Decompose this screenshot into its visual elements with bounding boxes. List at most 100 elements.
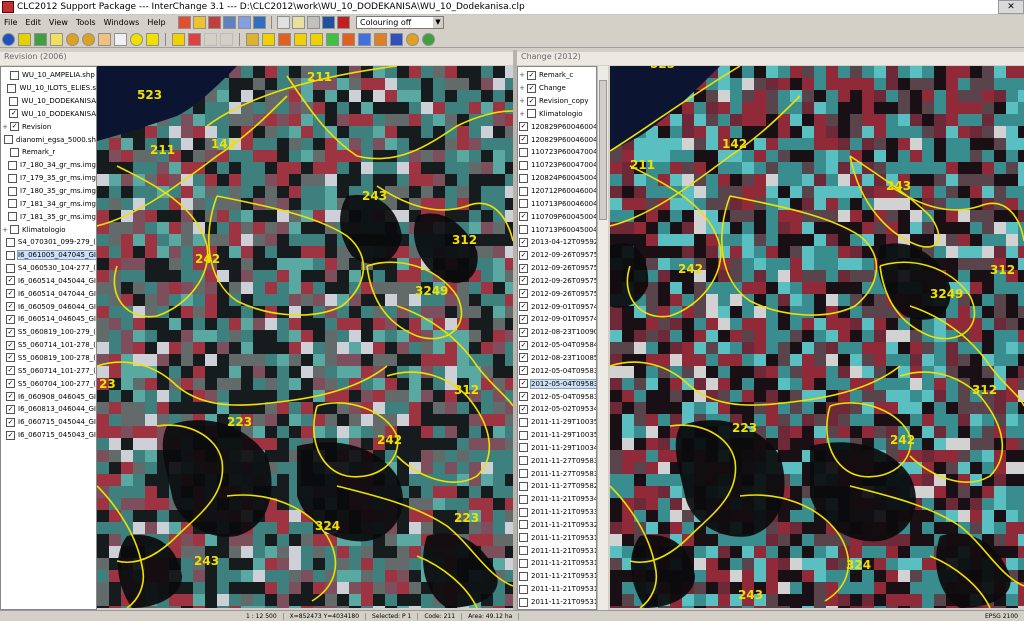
layer-checkbox[interactable]	[527, 109, 536, 119]
layer-checkbox[interactable]: ✓	[527, 70, 536, 80]
right-layer-item[interactable]: 110713P60046004	[518, 197, 596, 210]
layer-checkbox[interactable]	[519, 481, 528, 491]
scrollbar-thumb[interactable]	[599, 80, 607, 220]
right-layer-item[interactable]: ✓ 120829P60046004	[518, 133, 596, 146]
right-layer-item[interactable]: ✓ 2012-09-26T09575	[518, 287, 596, 300]
move-vertex-icon[interactable]	[278, 32, 291, 46]
left-layer-item[interactable]: ✓ I6_060715_045043_GI	[1, 429, 96, 442]
layer-checkbox[interactable]	[519, 430, 528, 440]
right-layer-item[interactable]: ✓ 2012-05-02T09534	[518, 403, 596, 416]
layer-checkbox[interactable]: ✓	[519, 392, 528, 402]
split-polygon-icon[interactable]	[246, 32, 259, 46]
layer-checkbox[interactable]	[519, 584, 528, 594]
info-icon[interactable]	[2, 32, 15, 46]
layer-checkbox[interactable]	[7, 160, 17, 170]
expand-icon[interactable]: +	[518, 84, 526, 92]
layer-checkbox[interactable]	[519, 507, 528, 517]
layer-checkbox[interactable]: ✓	[519, 237, 528, 247]
left-layer-item[interactable]: ✓ S5_060704_100-277_(	[1, 377, 96, 390]
layer-checkbox[interactable]: ✓	[519, 302, 528, 312]
expand-icon[interactable]: +	[518, 110, 526, 118]
expand-icon[interactable]: +	[518, 71, 526, 79]
add-vertex-icon[interactable]	[294, 32, 307, 46]
menu-tools[interactable]: Tools	[72, 18, 100, 27]
right-layer-item[interactable]: 2011-11-27T09583	[518, 454, 596, 467]
layer-checkbox[interactable]	[6, 250, 16, 260]
layer-checkbox[interactable]: ✓	[9, 109, 19, 119]
right-layer-item[interactable]: 2011-11-29T10035	[518, 429, 596, 442]
remove-vertex-icon[interactable]	[310, 32, 323, 46]
properties-icon[interactable]	[223, 16, 236, 29]
left-layer-item[interactable]: I7_181_35_gr_ms.img	[1, 210, 96, 223]
layer-checkbox[interactable]	[7, 212, 17, 222]
left-layer-item[interactable]: dianomi_egsa_5000.sh	[1, 133, 96, 146]
left-layer-item[interactable]: WU_10_ILOTS_ELIES.s	[1, 82, 96, 95]
left-layer-item[interactable]: ✓ I6_060715_045044_GI	[1, 416, 96, 429]
right-layer-item[interactable]: ✓ 2012-09-01T09574	[518, 300, 596, 313]
left-layer-item[interactable]: ✓ S5_060714_101-278_(	[1, 339, 96, 352]
layer-checkbox[interactable]	[519, 494, 528, 504]
right-layer-item[interactable]: 2011-11-21T09531	[518, 544, 596, 557]
layer-order-icon[interactable]	[390, 32, 403, 46]
right-layer-item[interactable]: ✓ 2012-09-26T09575	[518, 262, 596, 275]
left-layer-item[interactable]: ✓ I6_060509_046044_GI	[1, 300, 96, 313]
layer-checkbox[interactable]: ✓	[519, 212, 528, 222]
layer-checkbox[interactable]	[7, 186, 17, 196]
layer-checkbox[interactable]: ✓	[5, 366, 15, 376]
layer-checkbox[interactable]	[519, 520, 528, 530]
right-layer-item[interactable]: ✓ 2012-09-26T09575	[518, 275, 596, 288]
right-layer-item[interactable]: ✓ 2012-05-04T09583	[518, 390, 596, 403]
left-layer-item[interactable]: + Klimatologio	[1, 223, 96, 236]
cut-polygon-icon[interactable]	[342, 32, 355, 46]
measure-icon[interactable]	[307, 16, 320, 29]
layer-checkbox[interactable]	[4, 135, 14, 145]
layer-checkbox[interactable]: ✓	[6, 302, 16, 312]
grid-icon[interactable]	[277, 16, 290, 29]
globe-icon[interactable]	[253, 16, 266, 29]
merge-polygon-icon[interactable]	[262, 32, 275, 46]
help-icon[interactable]	[322, 16, 335, 29]
undo-icon[interactable]	[204, 32, 217, 46]
left-map-canvas[interactable]: 523211211 142243242312324923 3122232423242…	[97, 66, 513, 608]
layer-checkbox[interactable]	[519, 186, 528, 196]
new-polygon-icon[interactable]	[326, 32, 339, 46]
layer-checkbox[interactable]	[7, 83, 17, 93]
right-layer-item[interactable]: 110723P60047004	[518, 159, 596, 172]
right-layer-item[interactable]: 2011-11-21T09531	[518, 557, 596, 570]
menu-windows[interactable]: Windows	[100, 18, 144, 27]
layer-checkbox[interactable]	[9, 96, 19, 106]
layer-checkbox[interactable]: ✓	[5, 379, 15, 389]
stop-icon[interactable]	[337, 16, 350, 29]
layer-checkbox[interactable]: ✓	[10, 122, 19, 132]
right-layer-item[interactable]: + ✓ Change	[518, 82, 596, 95]
left-layer-item[interactable]: I7_181_34_gr_ms.img	[1, 197, 96, 210]
right-layer-item[interactable]: 110723P60047004	[518, 146, 596, 159]
zoom-full-icon[interactable]	[18, 32, 31, 46]
right-layer-item[interactable]: 2011-11-21T09531	[518, 570, 596, 583]
layer-checkbox[interactable]	[519, 173, 528, 183]
expand-icon[interactable]: +	[518, 97, 526, 105]
right-layer-item[interactable]: ✓ 2012-08-23T10085	[518, 352, 596, 365]
expand-icon[interactable]: +	[1, 123, 9, 131]
select-arrow-icon[interactable]	[114, 32, 127, 46]
left-layer-item[interactable]: I6_061005_047045_GI	[1, 249, 96, 262]
check-topology-icon[interactable]	[358, 32, 371, 46]
right-layer-item[interactable]: 2011-11-21T09533	[518, 506, 596, 519]
layer-checkbox[interactable]: ✓	[527, 83, 536, 93]
delete-icon[interactable]	[188, 32, 201, 46]
right-layer-item[interactable]: 2011-11-21T09534	[518, 493, 596, 506]
layer-checkbox[interactable]	[519, 571, 528, 581]
zoom-in-icon[interactable]	[66, 32, 79, 46]
left-layer-item[interactable]: Remark_r	[1, 146, 96, 159]
left-map-view[interactable]: 523 211 211 142 243 242 312 3249 23 312 223 242 324 2…	[97, 66, 513, 608]
right-layer-item[interactable]: + ✓ Revision_copy	[518, 95, 596, 108]
right-layer-item[interactable]: ✓ 2012-08-23T10090	[518, 326, 596, 339]
left-layer-item[interactable]: ✓ I6_060908_046045_GI	[1, 390, 96, 403]
right-layer-item[interactable]: 2011-11-21T09531	[518, 583, 596, 596]
layer-checkbox[interactable]	[519, 597, 528, 607]
left-layer-item[interactable]: ✓ S5_060714_101-277_(	[1, 364, 96, 377]
layer-checkbox[interactable]: ✓	[6, 430, 16, 440]
right-layer-item[interactable]: 2011-11-21T09532	[518, 519, 596, 532]
left-layer-item[interactable]: I7_180_35_gr_ms.img	[1, 185, 96, 198]
layer-checkbox[interactable]: ✓	[519, 263, 528, 273]
